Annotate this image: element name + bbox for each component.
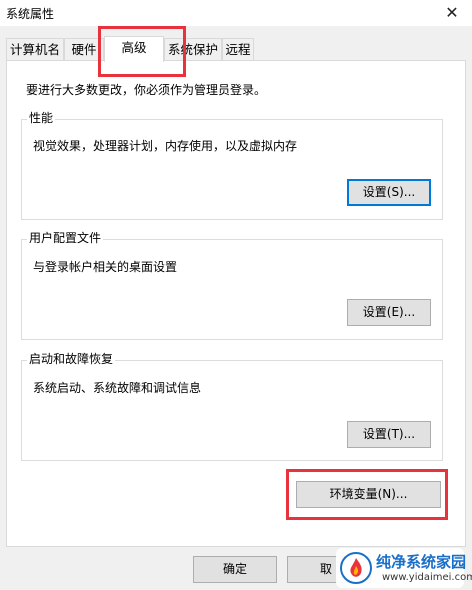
startup-recovery-group-title: 启动和故障恢复: [27, 352, 116, 366]
user-profiles-settings-button[interactable]: 设置(E)...: [347, 299, 431, 326]
ok-button[interactable]: 确定: [193, 556, 277, 583]
watermark-title: 纯净系统家园: [376, 553, 467, 571]
site-watermark: 纯净系统家园 www.yidaimei.com: [336, 548, 472, 588]
performance-description: 视觉效果，处理器计划，内存使用，以及虚拟内存: [33, 139, 298, 153]
tab-computer-name[interactable]: 计算机名: [6, 38, 64, 60]
user-profiles-description: 与登录帐户相关的桌面设置: [33, 260, 178, 274]
performance-settings-button[interactable]: 设置(S)...: [347, 179, 431, 206]
advanced-tab-highlight: [98, 26, 186, 77]
flame-logo-icon: [340, 552, 372, 584]
watermark-url: www.yidaimei.com: [382, 572, 472, 583]
title-bar: [0, 0, 472, 26]
close-icon[interactable]: ✕: [440, 2, 464, 24]
startup-recovery-description: 系统启动、系统故障和调试信息: [33, 381, 202, 395]
tab-remote[interactable]: 远程: [222, 38, 254, 60]
user-profiles-group-title: 用户配置文件: [27, 231, 104, 245]
window-title: 系统属性: [6, 7, 55, 21]
startup-recovery-settings-button[interactable]: 设置(T)...: [347, 421, 431, 448]
admin-note: 要进行大多数更改，你必须作为管理员登录。: [26, 83, 267, 97]
env-vars-highlight: [286, 469, 448, 520]
performance-group-title: 性能: [27, 111, 56, 125]
